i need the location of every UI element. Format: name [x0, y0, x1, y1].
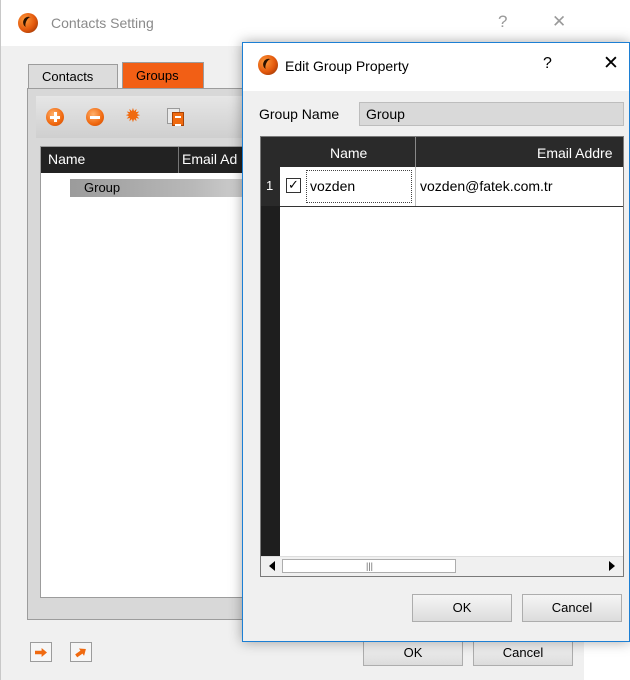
main-ok-button[interactable]: OK [363, 640, 463, 666]
import-button[interactable] [30, 642, 52, 662]
grid-row-divider [280, 206, 623, 207]
grid-column-header-name[interactable]: Name [330, 145, 367, 161]
tab-contacts-label: Contacts [42, 69, 94, 84]
group-name-field[interactable]: Group [359, 102, 624, 126]
main-help-button[interactable]: ? [498, 12, 507, 32]
remove-icon [86, 108, 104, 126]
group-name-label: Group Name [259, 106, 340, 122]
column-divider [178, 147, 179, 173]
export-button[interactable] [70, 642, 92, 662]
remove-group-button[interactable] [84, 106, 106, 128]
add-group-button[interactable] [44, 106, 66, 128]
member-checkbox[interactable]: ✓ [286, 178, 301, 193]
group-list-item-label: Group [84, 180, 121, 195]
app-logo-icon [18, 13, 38, 33]
member-name: vozden [310, 178, 356, 194]
edit-group-button[interactable]: ✹ [124, 106, 146, 128]
grid-corner [261, 137, 280, 167]
import-icon [35, 648, 47, 657]
dialog-help-button[interactable]: ? [543, 55, 552, 73]
tab-groups-label: Groups [136, 68, 179, 83]
grid-column-header-email[interactable]: Email Addre [537, 145, 612, 161]
column-header-email[interactable]: Email Ad [182, 151, 237, 167]
main-cancel-button[interactable]: Cancel [473, 640, 573, 666]
main-window-title: Contacts Setting [51, 15, 154, 31]
grid-row-header-area [261, 206, 280, 556]
settings-gear-icon: ✹ [125, 106, 141, 127]
grid-cell-divider [415, 167, 416, 206]
column-header-name[interactable]: Name [48, 151, 85, 167]
dialog-ok-button[interactable]: OK [412, 594, 512, 622]
member-email[interactable]: vozden@fatek.com.tr [420, 178, 553, 194]
grid-column-divider [415, 137, 416, 167]
scroll-right-icon[interactable] [609, 561, 615, 571]
dialog-title: Edit Group Property [285, 58, 409, 74]
scrollbar-grip: ||| [366, 561, 374, 571]
dialog-app-logo-icon [258, 55, 278, 75]
scroll-left-icon[interactable] [269, 561, 275, 571]
tab-groups[interactable]: Groups [122, 62, 204, 88]
copy-group-button[interactable] [164, 106, 186, 128]
add-icon [46, 108, 64, 126]
copy-icon-front [172, 112, 184, 126]
dialog-cancel-button[interactable]: Cancel [522, 594, 622, 622]
dialog-close-button[interactable]: ✕ [603, 52, 619, 75]
grid-row-number: 1 [266, 178, 274, 193]
export-icon [74, 645, 89, 659]
main-close-button[interactable]: ✕ [552, 12, 566, 32]
tab-contacts[interactable]: Contacts [28, 64, 118, 88]
